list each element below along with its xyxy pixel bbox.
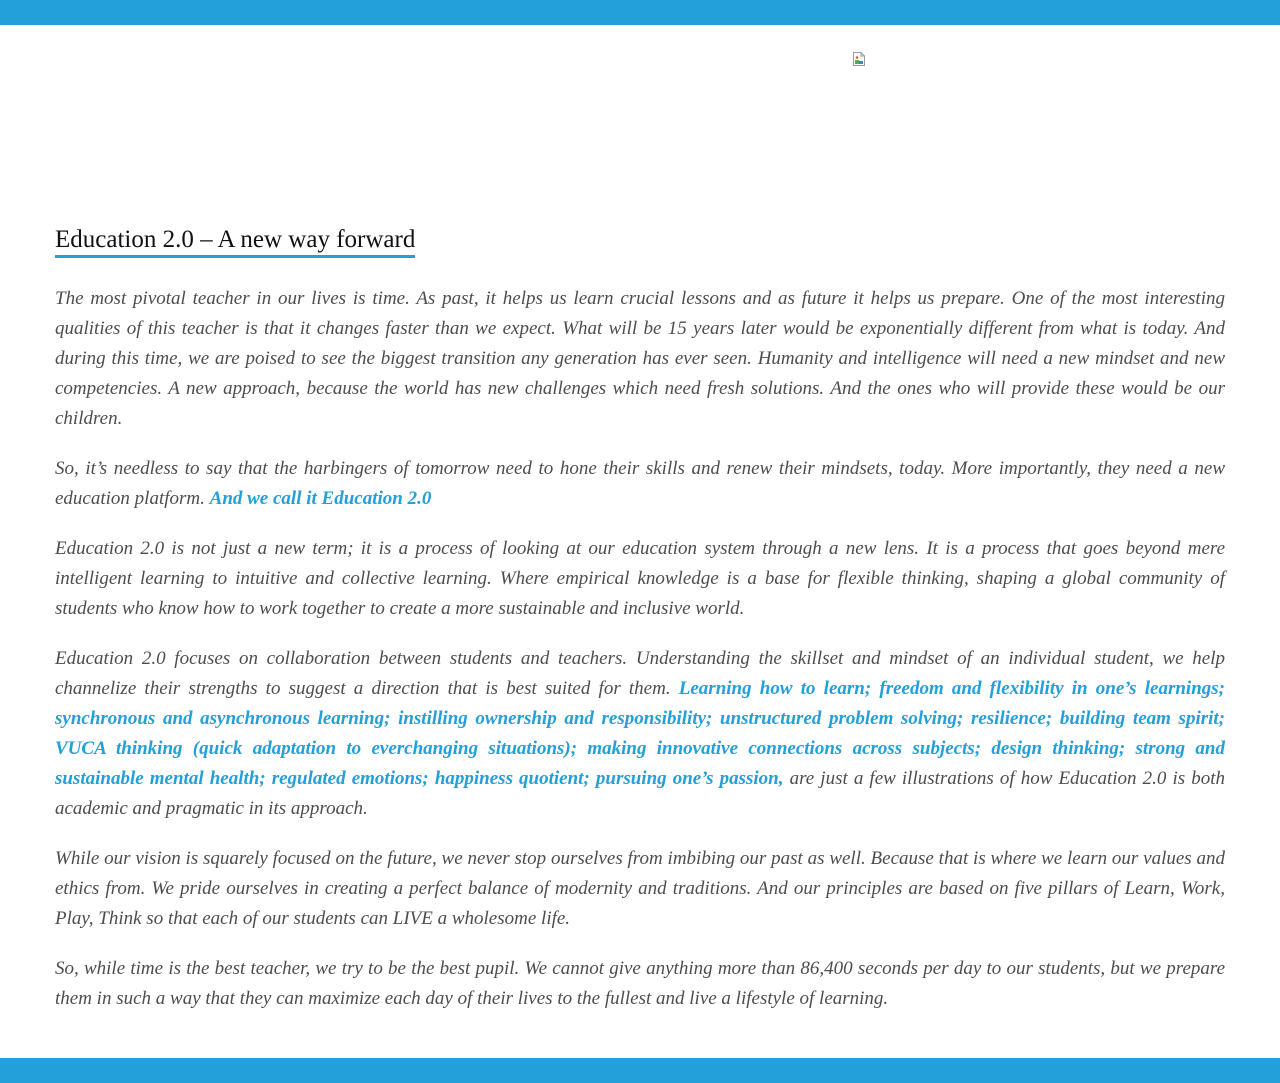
top-accent-bar — [0, 0, 1280, 25]
article-title: Education 2.0 – A new way forward — [55, 226, 416, 258]
paragraph-best-pupil: So, while time is the best teacher, we t… — [55, 958, 1225, 1009]
paragraph-intro: The most pivotal teacher in our lives is… — [55, 288, 1225, 429]
article: Education 2.0 – A new way forward The mo… — [55, 226, 1225, 1014]
paragraph-new-lens: Education 2.0 is not just a new term; it… — [55, 538, 1225, 619]
paragraph-vision: While our vision is squarely focused on … — [55, 848, 1225, 929]
bottom-accent-bar — [0, 1058, 1280, 1083]
paragraph-collaboration: Education 2.0 focuses on collaboration b… — [55, 644, 1225, 824]
paragraph-harbingers: So, it’s needless to say that the harbin… — [55, 454, 1225, 514]
education-2-highlight: And we call it Education 2.0 — [209, 488, 432, 509]
broken-image-icon — [851, 51, 867, 67]
